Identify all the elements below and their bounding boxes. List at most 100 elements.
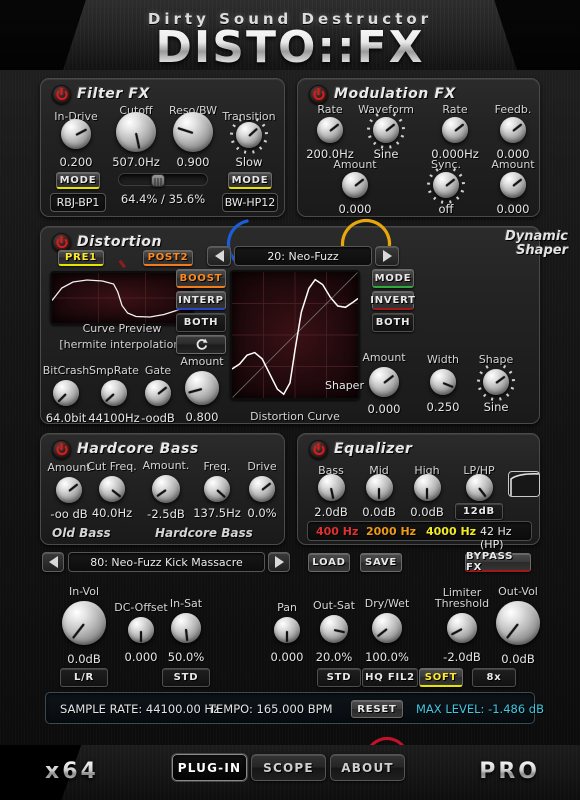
filter-fx-title: Filter FX [77, 86, 150, 102]
distortion-reset-curve-button[interactable] [176, 335, 226, 354]
knob-bass-4[interactable] [249, 476, 275, 502]
knob-pointer [478, 487, 487, 498]
distortion-preset-next-button[interactable] [375, 246, 399, 266]
save-button[interactable]: SAVE [360, 553, 402, 572]
filter-fx-power-button[interactable] [52, 85, 71, 104]
knob-eq-0[interactable] [317, 473, 345, 501]
distortion-interp-button[interactable]: INTERP [176, 291, 226, 310]
filter-knob-value-3: Slow [235, 155, 263, 169]
knob-out-7[interactable] [496, 601, 540, 645]
eq-slope-button[interactable]: 12dB [455, 503, 503, 520]
knob-filter-transition[interactable] [230, 118, 268, 154]
reset-button[interactable]: RESET [351, 700, 403, 718]
equalizer-power-button[interactable] [309, 440, 328, 459]
knob-mod-1[interactable] [367, 113, 405, 149]
knob-eq-3[interactable] [465, 473, 493, 501]
knob-out-2[interactable] [171, 613, 201, 643]
preset-next-button[interactable] [268, 552, 290, 572]
bypass-fx-button[interactable]: BYPASS FX [465, 551, 531, 573]
shaper-both-button[interactable]: BOTH [372, 313, 414, 332]
knob-mod-6[interactable] [500, 172, 526, 198]
output-knob-label-5: Dry/Wet [364, 597, 410, 610]
knob-bass-0[interactable] [56, 477, 82, 503]
knob-filter-resobw[interactable] [173, 112, 392, 263]
preset-name-field[interactable]: 80: Neo-Fuzz Kick Massacre [68, 552, 265, 572]
knob-out-3[interactable] [274, 617, 300, 643]
knob-tick [401, 127, 405, 130]
hardcore-bass-power-button[interactable] [52, 440, 71, 459]
knob-out-4[interactable] [320, 615, 348, 643]
knob-dist-4[interactable] [369, 367, 399, 397]
output-button-4[interactable]: SOFT [419, 668, 463, 687]
knob-mod-4[interactable] [342, 172, 368, 198]
shaper-mode-button[interactable]: MODE [372, 269, 414, 288]
eq-filter-shape-button[interactable] [508, 471, 540, 497]
curve-preview-graph[interactable] [50, 271, 194, 325]
bass-knob-value-1: 40.0Hz [91, 506, 133, 520]
knob-bass-1[interactable] [99, 476, 125, 502]
knob-eq-2[interactable] [413, 473, 441, 501]
knob-mod-5[interactable] [427, 168, 465, 204]
bass-knob-value-3: 137.5Hz [193, 506, 241, 520]
eq-freq-high[interactable]: 4000 Hz [426, 525, 476, 538]
output-knob-value-4: 20.0% [315, 650, 353, 664]
dynamic-shaper-label: Dynamic Shaper [504, 229, 568, 258]
filter-knob-value-1: 507.0Hz [112, 155, 160, 169]
filter-type-left-field[interactable]: RBJ-BP1 [50, 193, 106, 212]
knob-mod-0[interactable] [317, 117, 343, 143]
output-button-5[interactable]: 8x [472, 668, 516, 687]
eq-knob-value-0: 2.0dB [314, 505, 348, 519]
knob-pointer [72, 623, 85, 639]
filter-mode-left-button[interactable]: MODE [56, 172, 100, 189]
distortion-post-button[interactable]: POST2 [143, 250, 193, 266]
filter-mix-slider[interactable] [118, 173, 208, 187]
footer-tab-scope[interactable]: SCOPE [251, 754, 326, 781]
distortion-both-button[interactable]: BOTH [176, 313, 226, 332]
knob-eq-1[interactable] [365, 473, 393, 501]
modulation-fx-power-button[interactable] [309, 85, 328, 104]
knob-dist-3[interactable] [185, 371, 409, 776]
knob-out-1[interactable] [128, 617, 154, 643]
eq-freq-mid[interactable]: 2000 Hz [366, 525, 416, 538]
modulation-fx-title: Modulation FX [334, 86, 456, 102]
eq-freq-bass[interactable]: 400 Hz [316, 525, 358, 538]
distortion-pre-button[interactable]: PRE1 [58, 250, 104, 266]
knob-dist-1[interactable] [101, 380, 229, 787]
knob-out-6[interactable] [447, 613, 477, 643]
output-button-2[interactable]: STD [317, 668, 361, 687]
chevron-right-icon [382, 250, 392, 262]
distortion-knob-value-6: Sine [483, 400, 509, 414]
knob-dist-6[interactable] [477, 365, 515, 401]
filter-mode-right-button[interactable]: MODE [228, 172, 272, 189]
knob-mod-3[interactable] [500, 117, 526, 143]
distortion-knob-value-4: 0.000 [367, 402, 401, 416]
distortion-preset-prev-button[interactable] [207, 246, 231, 266]
knob-mod-2[interactable] [442, 117, 468, 143]
shaper-invert-button[interactable]: INVERT [370, 291, 415, 310]
distortion-preset-field[interactable]: 20: Neo-Fuzz [234, 246, 372, 266]
footer-tab-about[interactable]: ABOUT [330, 754, 405, 781]
output-button-0[interactable]: L/R [60, 668, 108, 687]
knob-dist-5[interactable] [430, 369, 456, 395]
mod-knob-label-3: Feedb. [494, 103, 532, 116]
knob-bass-3[interactable] [204, 476, 230, 502]
knob-filter-cutoff[interactable] [116, 112, 249, 263]
knob-out-5[interactable] [372, 613, 402, 643]
power-icon [56, 237, 67, 248]
filter-mix-slider-thumb[interactable] [151, 174, 166, 187]
eq-freq-lphp[interactable]: 42 Hz (HP) [480, 525, 531, 551]
filter-type-right-field[interactable]: BW-HP12 [222, 193, 278, 212]
footer-tab-plugin[interactable]: PLUG-IN [172, 754, 247, 781]
preset-prev-button[interactable] [42, 552, 64, 572]
knob-dist-0[interactable] [53, 380, 133, 787]
output-button-3[interactable]: HQ FIL2 [362, 668, 418, 687]
knob-filter-indrive[interactable] [61, 119, 126, 268]
load-button[interactable]: LOAD [308, 553, 350, 572]
knob-pointer [111, 489, 122, 498]
output-knob-value-7: 0.0dB [501, 652, 535, 666]
distortion-boost-button[interactable]: BOOST [176, 269, 226, 288]
knob-bass-2[interactable] [152, 475, 180, 503]
knob-out-0[interactable] [62, 601, 106, 645]
knob-dist-2[interactable] [145, 380, 293, 787]
output-button-1[interactable]: STD [162, 668, 210, 687]
